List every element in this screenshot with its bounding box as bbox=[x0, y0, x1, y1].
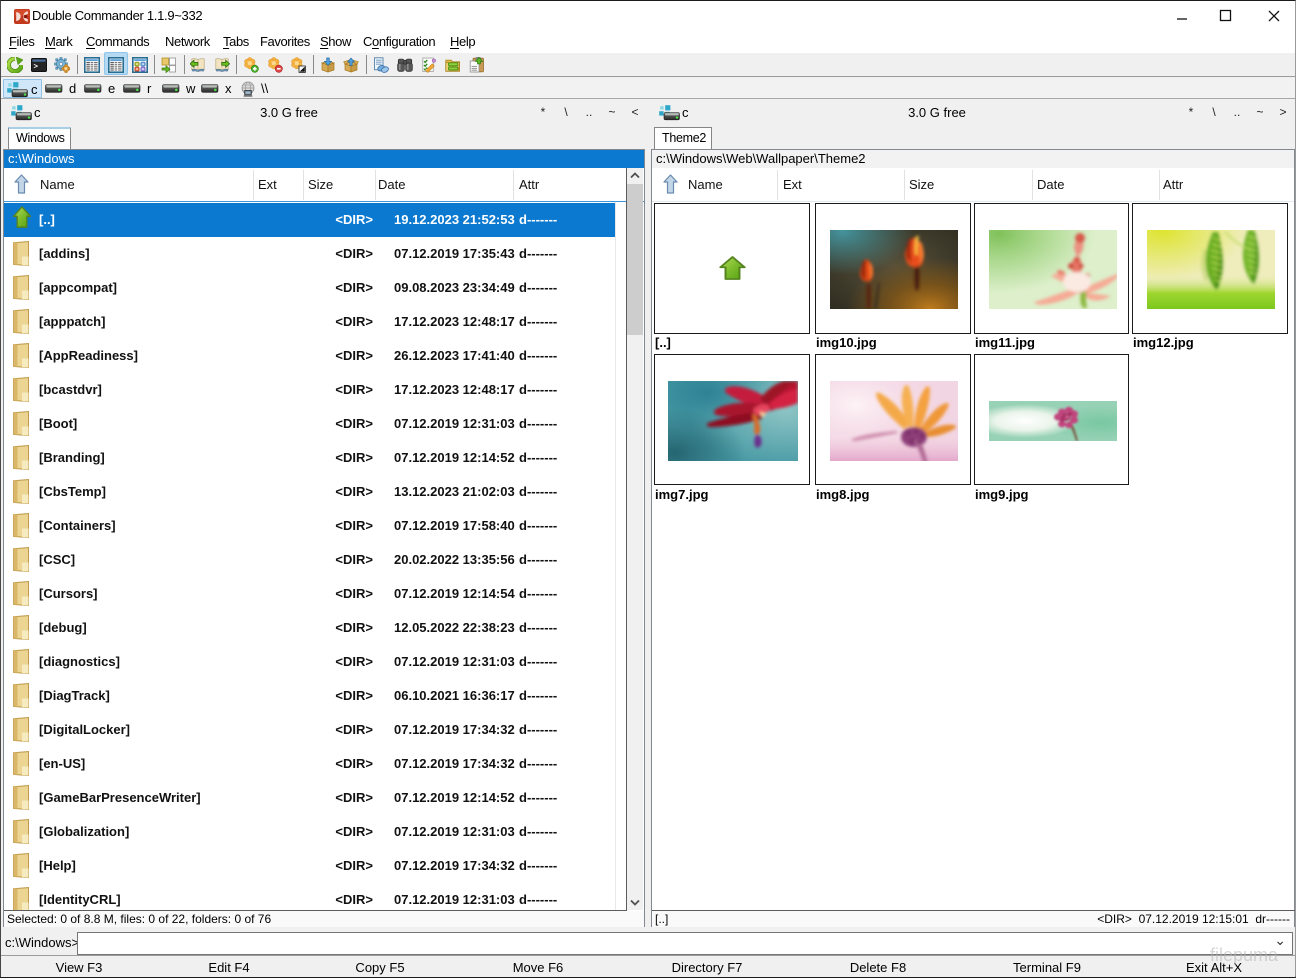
svg-text:>: > bbox=[33, 64, 38, 72]
